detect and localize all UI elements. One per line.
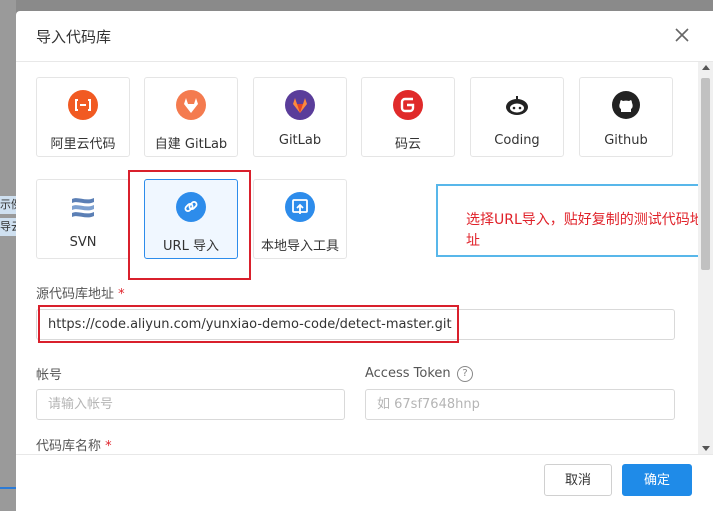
source-tile-svn[interactable]: SVN <box>36 179 130 259</box>
source-tile-local-import-tool[interactable]: 本地导入工具 <box>253 179 347 259</box>
gitlab-icon <box>176 90 206 120</box>
source-tile-url-import[interactable]: URL 导入 <box>144 179 238 259</box>
gitee-icon <box>393 90 423 120</box>
scroll-up-icon[interactable] <box>702 65 710 70</box>
gitlab-icon <box>285 90 315 120</box>
dialog-footer: 取消 确定 <box>16 454 713 511</box>
account-input[interactable] <box>36 389 345 420</box>
tile-label: SVN <box>69 235 97 250</box>
access-token-label: Access Token <box>365 366 451 381</box>
dialog-body: 阿里云代码 自建 GitLab GitLab 码云 Coding Github … <box>16 62 698 454</box>
dialog-scrollbar[interactable] <box>698 62 713 454</box>
tile-label: Github <box>604 133 648 148</box>
close-icon[interactable] <box>672 25 692 45</box>
confirm-button[interactable]: 确定 <box>622 464 692 496</box>
repo-name-label-text: 代码库名称 <box>36 439 102 454</box>
source-tile-aliyun[interactable]: 阿里云代码 <box>36 77 130 157</box>
account-label: 帐号 <box>36 368 63 383</box>
tile-label: Coding <box>494 133 540 148</box>
import-repo-dialog: 导入代码库 阿里云代码 自建 GitLab GitLab 码云 Coding G… <box>16 11 713 511</box>
coding-icon <box>506 96 528 115</box>
tile-label: 阿里云代码 <box>50 137 116 152</box>
upload-icon <box>285 192 315 222</box>
annotation-note-text: 选择URL导入，贴好复制的测试代码地址 <box>466 212 698 249</box>
source-tile-self-hosted-gitlab[interactable]: 自建 GitLab <box>144 77 238 157</box>
tile-label: URL 导入 <box>163 239 219 254</box>
background-chip: 示例 <box>0 196 16 214</box>
source-tile-coding[interactable]: Coding <box>470 77 564 157</box>
repo-name-label: 代码库名称 * <box>36 435 112 454</box>
repo-url-label-text: 源代码库地址 <box>36 287 115 302</box>
scroll-down-icon[interactable] <box>702 446 710 451</box>
help-icon[interactable]: ? <box>457 366 473 382</box>
scroll-thumb[interactable] <box>701 78 710 270</box>
required-mark: * <box>118 287 125 302</box>
cancel-button[interactable]: 取消 <box>544 464 612 496</box>
github-icon <box>612 91 640 119</box>
annotation-note: 选择URL导入，贴好复制的测试代码地址 <box>436 184 698 257</box>
repo-url-label: 源代码库地址 * <box>36 283 125 302</box>
access-token-input[interactable] <box>365 389 675 420</box>
dialog-header: 导入代码库 <box>16 11 713 62</box>
source-tile-gitlab[interactable]: GitLab <box>253 77 347 157</box>
link-icon <box>176 192 206 222</box>
required-mark: * <box>105 439 112 454</box>
tile-label: 自建 GitLab <box>154 137 228 152</box>
background-underline <box>0 487 16 489</box>
source-tile-gitee[interactable]: 码云 <box>361 77 455 157</box>
source-tile-github[interactable]: Github <box>579 77 673 157</box>
repo-url-input[interactable] <box>36 309 675 340</box>
dialog-title: 导入代码库 <box>36 28 112 46</box>
tile-label: 本地导入工具 <box>260 239 339 254</box>
background-page: 示例 导云 <box>0 0 16 511</box>
tile-label: 码云 <box>394 137 421 152</box>
tile-label: GitLab <box>278 133 322 148</box>
aliyun-icon <box>68 90 98 120</box>
svn-icon <box>72 198 94 218</box>
background-chip: 导云 <box>0 218 16 236</box>
